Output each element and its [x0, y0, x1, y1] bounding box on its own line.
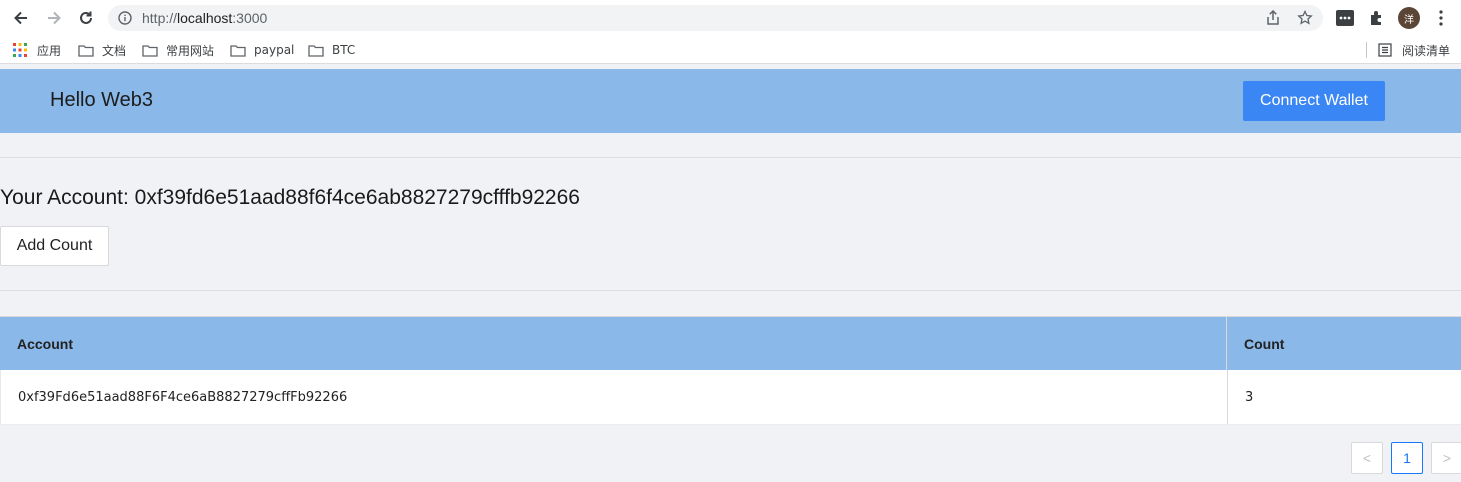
- account-heading: Your Account: 0xf39fd6e51aad88f6f4ce6ab8…: [0, 186, 580, 210]
- cell-count: 3: [1228, 370, 1461, 424]
- share-icon[interactable]: [1264, 9, 1282, 27]
- folder-icon: [308, 43, 324, 57]
- app-header: Hello Web3 Connect Wallet: [0, 69, 1461, 133]
- profile-avatar[interactable]: 洋: [1398, 7, 1420, 29]
- bookmark-apps[interactable]: 应用: [13, 41, 61, 59]
- divider: [0, 157, 1461, 158]
- site-info-icon[interactable]: [118, 11, 132, 25]
- apps-grid-icon: [13, 43, 29, 57]
- connect-wallet-button[interactable]: Connect Wallet: [1243, 81, 1385, 121]
- extension-metamask-icon[interactable]: [1335, 8, 1355, 28]
- bookmark-label: 应用: [37, 43, 62, 58]
- folder-icon: [142, 43, 158, 57]
- bookmarks-separator: [1366, 42, 1367, 58]
- folder-icon: [78, 43, 94, 57]
- folder-icon: [230, 43, 246, 57]
- url-host: localhost: [177, 10, 233, 26]
- bookmark-star-icon[interactable]: [1296, 9, 1314, 27]
- reading-list[interactable]: 阅读清单: [1378, 41, 1450, 59]
- url-scheme: http://: [142, 10, 178, 26]
- account-address: 0xf39fd6e51aad88f6f4ce6ab8827279cfffb922…: [134, 186, 580, 209]
- bookmarks-bar: 应用 文档 常用网站 paypal BTC 阅读清单: [0, 36, 1461, 64]
- cell-account: 0xf39Fd6e51aad88F6F4ce6aB8827279cffFb922…: [1, 370, 1228, 424]
- column-header-count: Count: [1227, 317, 1461, 370]
- reading-list-label: 阅读清单: [1402, 43, 1451, 58]
- table-header: Account Count: [0, 316, 1461, 370]
- url-text: http://localhost:3000: [142, 10, 267, 26]
- divider: [0, 290, 1461, 291]
- bookmark-folder-paypal[interactable]: paypal: [230, 41, 294, 59]
- extensions-puzzle-icon[interactable]: [1367, 8, 1387, 28]
- pagination-page-1[interactable]: 1: [1391, 442, 1423, 474]
- bookmark-label: BTC: [332, 43, 356, 57]
- url-port: :3000: [232, 10, 268, 26]
- browser-toolbar: http://localhost:3000 洋: [0, 0, 1461, 36]
- column-header-label: Account: [17, 335, 73, 352]
- app-title: Hello Web3: [50, 89, 154, 111]
- bookmark-folder-sites[interactable]: 常用网站: [142, 41, 214, 59]
- cell-text: 0xf39Fd6e51aad88F6F4ce6aB8827279cffFb922…: [18, 389, 348, 405]
- bookmark-folder-btc[interactable]: BTC: [308, 41, 355, 59]
- reload-icon[interactable]: [75, 7, 97, 29]
- pagination-next-button[interactable]: >: [1431, 442, 1461, 474]
- column-header-label: Count: [1244, 335, 1285, 352]
- bookmark-folder-docs[interactable]: 文档: [78, 41, 126, 59]
- add-count-button[interactable]: Add Count: [0, 226, 109, 266]
- back-arrow-icon[interactable]: [10, 7, 32, 29]
- forward-arrow-icon[interactable]: [43, 7, 65, 29]
- counts-table: Account Count 0xf39Fd6e51aad88F6F4ce6aB8…: [0, 316, 1461, 425]
- bookmark-label: paypal: [254, 43, 295, 57]
- kebab-menu-icon[interactable]: [1431, 8, 1451, 28]
- address-bar[interactable]: http://localhost:3000: [108, 5, 1323, 31]
- cell-text: 3: [1245, 389, 1254, 405]
- column-header-account: Account: [0, 317, 1227, 370]
- table-row: 0xf39Fd6e51aad88F6F4ce6aB8827279cffFb922…: [0, 370, 1461, 425]
- bookmark-label: 文档: [102, 43, 127, 58]
- reading-list-icon: [1378, 43, 1394, 57]
- bookmark-label: 常用网站: [166, 43, 215, 58]
- pagination-prev-button[interactable]: <: [1351, 442, 1383, 474]
- account-label: Your Account:: [0, 186, 135, 209]
